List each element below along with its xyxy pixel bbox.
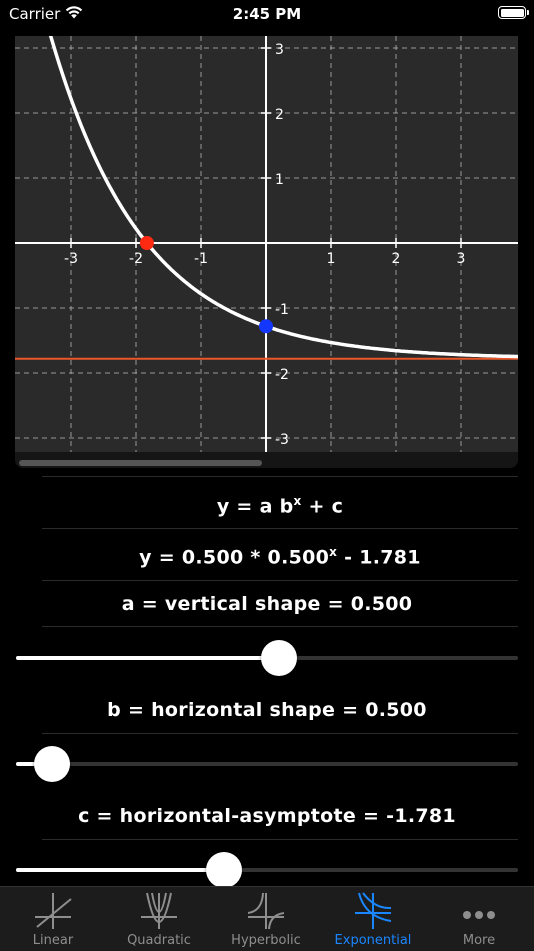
- tab-hyperbolic[interactable]: Hyperbolic: [213, 887, 319, 951]
- param-a-slider-knob[interactable]: [261, 640, 297, 676]
- param-b-label: b = horizontal shape = 0.500: [107, 699, 427, 721]
- tab-more-label: More: [462, 933, 496, 948]
- specific-formula: y = 0.500 * 0.500x - 1.781: [42, 545, 518, 568]
- y-tick-label: -1: [275, 302, 289, 318]
- tab-exponential-label: Exponential: [334, 933, 412, 948]
- divider: [42, 733, 518, 734]
- y-tick-label: 3: [275, 42, 284, 58]
- x-tick-label: 3: [457, 251, 466, 267]
- general-formula-exponent: x: [293, 494, 302, 508]
- param-a-label: a = vertical shape = 0.500: [121, 593, 413, 615]
- x-tick-label: 2: [392, 251, 401, 267]
- param-a-slider-fill: [16, 656, 279, 660]
- quadratic-graph-icon: [141, 892, 177, 929]
- divider: [42, 580, 518, 581]
- param-b-slider[interactable]: [16, 746, 518, 782]
- clock: 2:45 PM: [232, 5, 302, 23]
- tab-exponential[interactable]: Exponential: [320, 887, 426, 951]
- general-formula-tail: + c: [301, 495, 344, 518]
- tab-hyperbolic-label: Hyperbolic: [231, 933, 301, 948]
- tab-bar: Linear Quadratic Hyperbolic Exponential: [0, 886, 534, 951]
- linear-graph-icon: [35, 893, 72, 929]
- param-c-slider-fill: [16, 868, 224, 872]
- general-formula-base: y = a b: [216, 495, 294, 518]
- tab-linear[interactable]: Linear: [0, 887, 106, 951]
- specific-formula-base: y = 0.500 * 0.500: [139, 546, 330, 569]
- x-tick-label: -3: [64, 251, 78, 267]
- function-graph[interactable]: -3 -2 -1 1 2 3 3 2 1 -1 -2 -3: [15, 36, 518, 452]
- specific-formula-exponent: x: [329, 545, 338, 559]
- general-formula: y = a bx + c: [42, 494, 518, 517]
- divider: [42, 528, 518, 529]
- graph-canvas[interactable]: -3 -2 -1 1 2 3 3 2 1 -1 -2 -3: [15, 36, 518, 452]
- divider: [42, 626, 518, 627]
- x-tick-label: 1: [327, 251, 336, 267]
- x-intercept-point: [139, 236, 154, 250]
- param-c-label: c = horizontal-asymptote = -1.781: [78, 805, 456, 827]
- divider: [42, 839, 518, 840]
- param-a-slider[interactable]: [16, 640, 518, 676]
- y-tick-label: 1: [275, 172, 284, 188]
- hyperbolic-graph-icon: [247, 892, 285, 930]
- y-tick-label: 2: [275, 107, 284, 123]
- graph-scroll-area[interactable]: [15, 452, 518, 468]
- tab-quadratic-label: Quadratic: [127, 933, 191, 948]
- exponential-graph-icon: [355, 892, 392, 929]
- tab-more[interactable]: More: [426, 887, 532, 951]
- x-tick-label: -2: [129, 251, 143, 267]
- y-tick-label: -2: [275, 367, 289, 383]
- y-tick-label: -3: [275, 432, 289, 448]
- y-intercept-point: [259, 319, 273, 334]
- horizontal-scrollbar[interactable]: [19, 460, 262, 466]
- param-c-slider[interactable]: [16, 852, 518, 888]
- divider: [42, 476, 518, 477]
- specific-formula-tail: - 1.781: [337, 546, 421, 569]
- tab-linear-label: Linear: [32, 933, 74, 948]
- tab-quadratic[interactable]: Quadratic: [106, 887, 212, 951]
- battery-icon: [498, 6, 529, 19]
- status-bar: Carrier 2:45 PM: [0, 0, 534, 30]
- x-tick-label: -1: [194, 251, 208, 267]
- param-c-slider-knob[interactable]: [206, 852, 242, 888]
- param-b-slider-knob[interactable]: [34, 746, 70, 782]
- more-dots-icon: [463, 911, 495, 919]
